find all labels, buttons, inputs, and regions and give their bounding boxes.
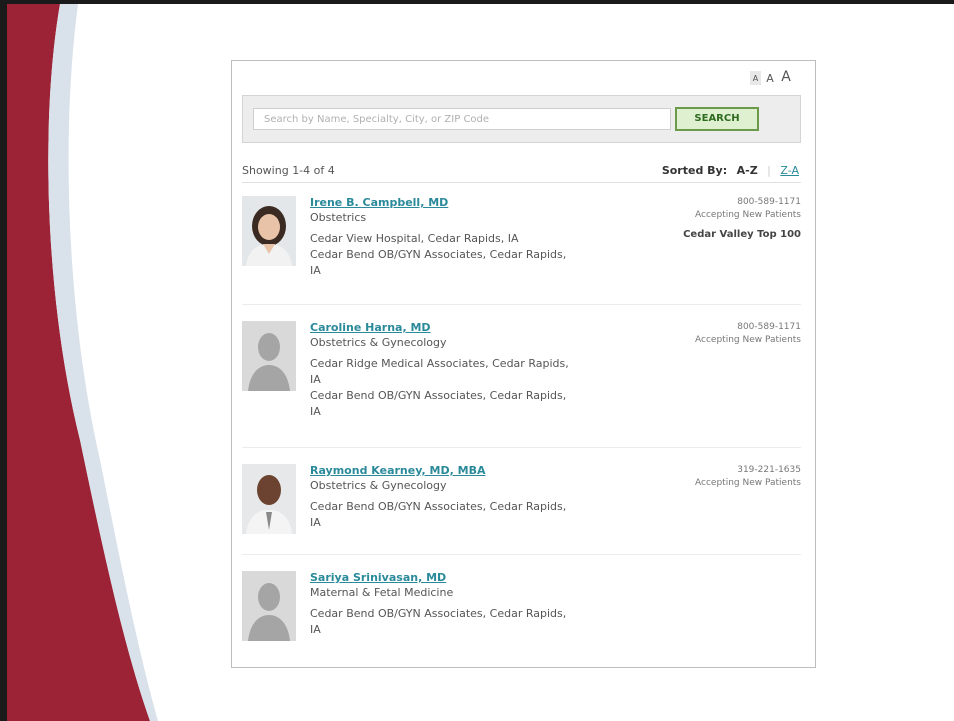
doctor-info: Irene B. Campbell, MD Obstetrics Cedar V…: [310, 196, 580, 279]
doctor-name-link[interactable]: Sariya Srinivasan, MD: [310, 571, 580, 585]
doctor-contact: 319-221-1635 Accepting New Patients: [695, 464, 801, 490]
doctor-contact: 800-589-1171 Accepting New Patients: [695, 321, 801, 347]
accepting-status: Accepting New Patients: [695, 335, 801, 345]
text-size-large-button[interactable]: A: [779, 69, 793, 85]
results-count: Showing 1-4 of 4: [242, 164, 335, 177]
award-badge: Cedar Valley Top 100: [683, 229, 801, 240]
doctor-specialty: Obstetrics & Gynecology: [310, 479, 447, 492]
doctor-location: Cedar Ridge Medical Associates, Cedar Ra…: [310, 357, 569, 386]
row-divider: [242, 447, 801, 448]
row-divider: [242, 304, 801, 305]
doctor-result-row: Caroline Harna, MD Obstetrics & Gynecolo…: [242, 321, 801, 441]
doctor-search-panel: A A A SEARCH Showing 1-4 of 4 Sorted By:…: [231, 60, 816, 668]
search-bar: SEARCH: [242, 95, 801, 143]
avatar-placeholder-icon: [242, 321, 296, 391]
doctor-phone: 800-589-1171: [737, 197, 801, 207]
row-divider: [242, 554, 801, 555]
accepting-status: Accepting New Patients: [695, 478, 801, 488]
text-size-medium-button[interactable]: A: [764, 72, 776, 85]
accepting-status: Accepting New Patients: [695, 210, 801, 220]
doctor-photo[interactable]: [242, 196, 296, 266]
doctor-info: Sariya Srinivasan, MD Maternal & Fetal M…: [310, 571, 580, 638]
doctor-info: Caroline Harna, MD Obstetrics & Gynecolo…: [310, 321, 580, 420]
doctor-result-row: Sariya Srinivasan, MD Maternal & Fetal M…: [242, 571, 801, 655]
search-input[interactable]: [253, 108, 671, 130]
doctor-location: Cedar Bend OB/GYN Associates, Cedar Rapi…: [310, 248, 567, 277]
doctor-location: Cedar Bend OB/GYN Associates, Cedar Rapi…: [310, 607, 567, 636]
doctor-specialty: Maternal & Fetal Medicine: [310, 586, 454, 599]
doctor-specialty: Obstetrics & Gynecology: [310, 336, 447, 349]
doctor-phone: 800-589-1171: [737, 322, 801, 332]
doctor-location: Cedar Bend OB/GYN Associates, Cedar Rapi…: [310, 389, 567, 418]
doctor-location: Cedar View Hospital, Cedar Rapids, IA: [310, 232, 519, 245]
sort-separator: |: [767, 164, 771, 177]
sort-za-link[interactable]: Z-A: [780, 164, 799, 177]
doctor-name-link[interactable]: Caroline Harna, MD: [310, 321, 580, 335]
red-swoosh-decoration: [7, 4, 158, 721]
text-size-small-button[interactable]: A: [750, 71, 761, 85]
doctor-photo-placeholder[interactable]: [242, 321, 296, 391]
doctor-location: Cedar Bend OB/GYN Associates, Cedar Rapi…: [310, 500, 567, 529]
doctor-photo-placeholder[interactable]: [242, 571, 296, 641]
avatar-placeholder-icon: [242, 571, 296, 641]
doctor-result-row: Raymond Kearney, MD, MBA Obstetrics & Gy…: [242, 464, 801, 548]
sort-az-option[interactable]: A-Z: [737, 164, 758, 177]
doctor-contact: 800-589-1171 Accepting New Patients Ceda…: [683, 196, 801, 241]
doctor-name-link[interactable]: Raymond Kearney, MD, MBA: [310, 464, 580, 478]
results-divider: [242, 182, 801, 183]
text-size-controls: A A A: [750, 69, 793, 85]
doctor-name-link[interactable]: Irene B. Campbell, MD: [310, 196, 580, 210]
doctor-result-row: Irene B. Campbell, MD Obstetrics Cedar V…: [242, 196, 801, 300]
search-button[interactable]: SEARCH: [675, 107, 759, 131]
sort-controls: Sorted By: A-Z | Z-A: [662, 164, 799, 177]
doctor-specialty: Obstetrics: [310, 211, 367, 224]
doctor-photo[interactable]: [242, 464, 296, 534]
sort-label: Sorted By:: [661, 164, 728, 177]
doctor-info: Raymond Kearney, MD, MBA Obstetrics & Gy…: [310, 464, 580, 531]
doctor-phone: 319-221-1635: [737, 465, 801, 475]
